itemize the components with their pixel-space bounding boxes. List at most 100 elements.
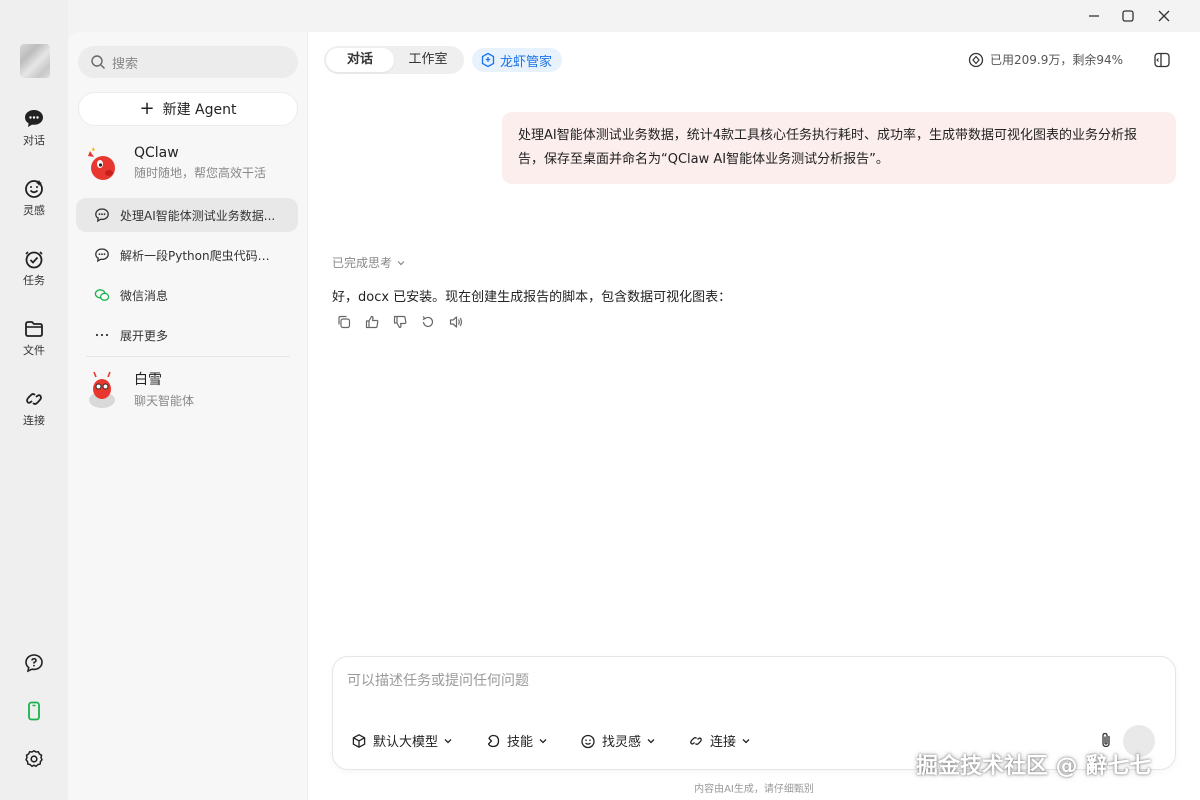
folder-icon [25, 321, 43, 337]
watermark: 掘金技术社区 @ 辭七七 [916, 754, 1152, 779]
chevron-down-icon [444, 738, 452, 743]
agent-subtitle-baixue: 聊天智能体 [134, 394, 195, 408]
plus-icon: + [139, 98, 155, 119]
rail-item-connect[interactable]: 连接 [0, 388, 68, 444]
model-label: 默认大模型 [373, 735, 439, 750]
expand-more-label: 展开更多 [120, 328, 169, 343]
new-agent-label: 新建 Agent [162, 102, 237, 118]
settings-icon [25, 750, 43, 768]
skills-label: 技能 [507, 735, 534, 750]
rail-item-chat[interactable]: 对话 [0, 108, 68, 164]
regenerate-icon[interactable] [420, 314, 436, 330]
search-icon [91, 55, 105, 69]
baixue-avatar [82, 369, 122, 409]
rail-item-inspiration[interactable]: 灵感 [0, 178, 68, 234]
close-button[interactable] [1152, 6, 1176, 26]
cube-icon [352, 733, 366, 748]
conversation-label-2: 解析一段Python爬虫代码（... [120, 248, 280, 263]
thinking-toggle[interactable]: 已完成思考 [332, 254, 406, 271]
chevron-down-icon [397, 260, 405, 265]
inspiration-label: 找灵感 [602, 735, 642, 750]
ai-disclaimer: 内容由AI生成，请仔细甄别 [694, 784, 814, 795]
connect-label: 连接 [710, 735, 737, 750]
chat-outline-icon [95, 208, 109, 223]
sidebar: 搜索 + 新建 Agent QClaw 随时随地，帮您高效干活 处理AI智能体测… [68, 32, 308, 800]
conversation-item-1[interactable]: 处理AI智能体测试业务数据... [76, 198, 298, 232]
model-selector[interactable]: 默认大模型 [351, 731, 459, 750]
user-avatar[interactable] [20, 44, 50, 78]
conversation-label-1: 处理AI智能体测试业务数据... [120, 208, 276, 223]
quota-indicator[interactable]: 已用209.9万，剩余94% [968, 51, 1123, 68]
help-icon [25, 654, 43, 673]
search-placeholder: 搜索 [112, 56, 139, 72]
rail-item-files[interactable]: 文件 [0, 318, 68, 374]
panel-toggle-button[interactable] [1153, 51, 1171, 73]
phone-button[interactable] [0, 700, 68, 722]
speaker-icon[interactable] [448, 314, 464, 330]
thumbs-up-icon[interactable] [364, 314, 380, 330]
composer-tools: 默认大模型 技能 找灵感 连接 [351, 731, 783, 750]
message-actions [336, 314, 464, 330]
tab-studio[interactable]: 工作室 [394, 48, 462, 72]
assistant-message: 好，docx 已安装。现在创建生成报告的脚本，包含数据可视化图表： [332, 290, 732, 305]
new-agent-button[interactable]: + 新建 Agent [78, 92, 298, 126]
sidebar-toggle-icon [1154, 52, 1170, 68]
chat-outline-icon [95, 248, 109, 263]
thumbs-down-icon[interactable] [392, 314, 408, 330]
paperclip-icon [1102, 732, 1110, 748]
qclaw-avatar [82, 143, 122, 183]
butler-label: 龙虾管家 [500, 54, 553, 70]
conversation-item-2[interactable]: 解析一段Python爬虫代码（... [76, 238, 298, 272]
close-icon [1158, 10, 1170, 22]
butler-badge[interactable]: 龙虾管家 [472, 48, 563, 72]
search-box[interactable]: 搜索 [78, 46, 298, 78]
mode-tabs: 对话 工作室 [324, 46, 464, 74]
minimize-button[interactable] [1082, 6, 1106, 26]
help-button[interactable] [0, 652, 68, 674]
quota-text: 已用209.9万，剩余94% [990, 53, 1124, 67]
chevron-down-icon [647, 738, 655, 743]
left-rail: 对话 灵感 任务 文件 连接 [0, 0, 68, 800]
chevron-down-icon [539, 738, 547, 743]
agent-baixue[interactable]: 白雪 聊天智能体 [78, 364, 298, 414]
conversation-label-wechat: 微信消息 [120, 288, 169, 303]
user-message: 处理AI智能体测试业务数据，统计4款工具核心任务执行耗时、成功率，生成带数据可视… [502, 112, 1176, 184]
task-check-icon [25, 251, 43, 269]
chevron-down-icon [742, 738, 750, 743]
skill-icon [487, 734, 500, 747]
maximize-icon [1122, 10, 1134, 22]
diamond-icon [968, 52, 984, 67]
rail-label-files: 文件 [23, 344, 45, 357]
copy-icon[interactable] [336, 314, 352, 330]
link-icon [690, 736, 702, 745]
wechat-icon [94, 289, 110, 301]
agent-subtitle-qclaw: 随时随地，帮您高效干活 [134, 166, 267, 180]
shield-icon [481, 52, 495, 68]
inspiration-selector[interactable]: 找灵感 [580, 731, 662, 750]
maximize-button[interactable] [1116, 6, 1140, 26]
settings-button[interactable] [0, 748, 68, 770]
sidebar-divider [86, 356, 290, 357]
thinking-label: 已完成思考 [332, 256, 393, 270]
rail-label-inspiration: 灵感 [23, 204, 45, 217]
skills-selector[interactable]: 技能 [485, 731, 554, 750]
minimize-icon [1089, 15, 1099, 17]
agent-name-baixue: 白雪 [134, 372, 162, 388]
phone-icon [28, 701, 40, 721]
smile-icon [581, 734, 595, 748]
agent-name-qclaw: QClaw [134, 145, 179, 161]
rail-label-connect: 连接 [23, 414, 45, 427]
rail-item-tasks[interactable]: 任务 [0, 248, 68, 304]
rail-label-tasks: 任务 [23, 274, 45, 287]
agent-qclaw[interactable]: QClaw 随时随地，帮您高效干活 [78, 138, 298, 188]
link-icon [26, 393, 42, 405]
conversation-item-wechat[interactable]: 微信消息 [76, 278, 298, 312]
tab-chat[interactable]: 对话 [326, 48, 394, 72]
smile-icon [25, 180, 43, 198]
more-dots-icon [95, 333, 109, 337]
main-panel: 对话 工作室 龙虾管家 已用209.9万，剩余94% 处理AI智能体测试业务数据… [308, 32, 1200, 800]
message-input[interactable] [347, 669, 1107, 693]
connect-selector[interactable]: 连接 [688, 731, 757, 750]
expand-more-item[interactable]: 展开更多 [76, 318, 298, 352]
chat-bubble-icon [25, 110, 43, 127]
